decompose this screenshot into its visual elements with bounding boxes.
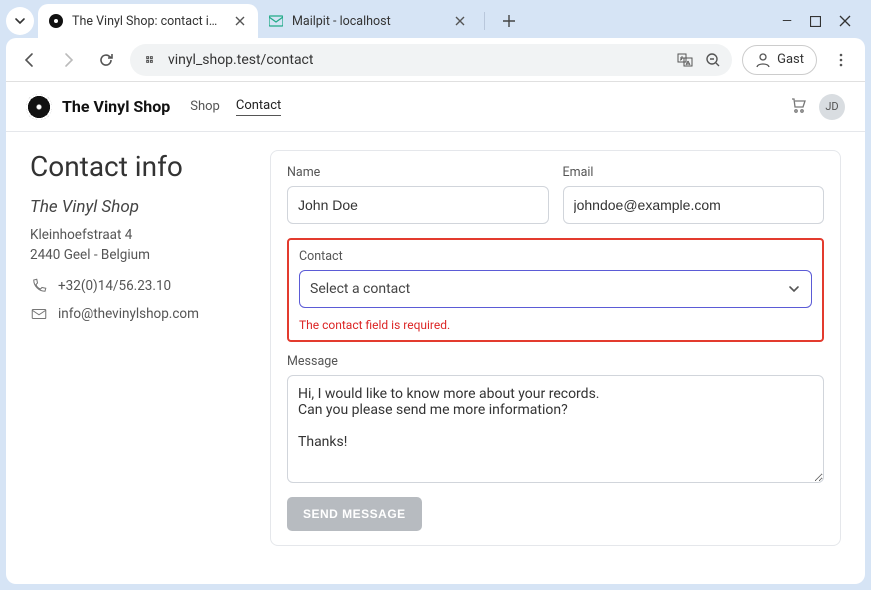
mail-icon: [268, 13, 284, 29]
profile-label: Gast: [777, 52, 804, 67]
window-minimize[interactable]: —: [782, 11, 792, 31]
avatar-initials: JD: [825, 100, 838, 113]
shop-name: The Vinyl Shop: [30, 197, 240, 217]
back-button[interactable]: [16, 46, 44, 74]
record-icon: [48, 13, 64, 29]
address-line: 2440 Geel - Belgium: [30, 247, 240, 263]
tab-close-icon[interactable]: [452, 13, 468, 29]
browser-tab[interactable]: Mailpit - localhost: [258, 4, 478, 38]
email-input[interactable]: [563, 186, 825, 224]
nav-link-shop[interactable]: Shop: [190, 99, 220, 114]
message-textarea[interactable]: [287, 375, 824, 483]
menu-button[interactable]: [827, 46, 855, 74]
window-maximize[interactable]: [810, 11, 821, 31]
address-url: vinyl_shop.test/contact: [168, 52, 313, 68]
email-text: info@thevinylshop.com: [58, 306, 199, 322]
mail-icon: [30, 305, 48, 323]
kebab-icon: [834, 53, 848, 67]
contact-select[interactable]: Select a contact: [299, 270, 812, 308]
phone-text: +32(0)14/56.23.10: [58, 278, 171, 294]
error-message: The contact field is required.: [299, 318, 812, 332]
contact-form: Name Email Contact Select a contact The …: [270, 150, 841, 546]
window-close[interactable]: [839, 11, 851, 31]
field-label-contact: Contact: [299, 249, 343, 264]
reload-button[interactable]: [92, 46, 120, 74]
person-icon: [755, 52, 771, 68]
site-settings-icon[interactable]: [140, 51, 158, 69]
avatar[interactable]: JD: [819, 94, 845, 120]
send-message-button[interactable]: Send Message: [287, 497, 422, 531]
nav-link-contact[interactable]: Contact: [236, 98, 281, 116]
browser-tab-strip: The Vinyl Shop: contact info Mailpit - l…: [0, 0, 871, 38]
field-label-name: Name: [287, 165, 549, 180]
tab-title: Mailpit - localhost: [292, 14, 444, 29]
phone-icon: [30, 277, 48, 295]
page-title: Contact info: [30, 150, 240, 183]
translate-icon[interactable]: [676, 51, 694, 69]
email-line: info@thevinylshop.com: [30, 305, 240, 323]
cart-icon[interactable]: [789, 96, 807, 118]
tab-search-dropdown[interactable]: [6, 7, 34, 35]
zoom-icon[interactable]: [704, 51, 722, 69]
chevron-down-icon: [787, 282, 801, 296]
profile-button[interactable]: Gast: [742, 45, 817, 75]
forward-button[interactable]: [54, 46, 82, 74]
chevron-down-icon: [14, 15, 26, 27]
address-line: Kleinhoefstraat 4: [30, 227, 240, 243]
contact-field-highlight: Contact Select a contact The contact fie…: [287, 238, 824, 342]
tab-close-icon[interactable]: [232, 13, 248, 29]
tab-title: The Vinyl Shop: contact info: [72, 14, 224, 29]
name-input[interactable]: [287, 186, 549, 224]
site-header: The Vinyl Shop Shop Contact JD: [6, 82, 865, 132]
brand-logo-icon[interactable]: [26, 94, 52, 120]
new-tab-button[interactable]: [495, 7, 523, 35]
field-label-email: Email: [563, 165, 825, 180]
select-placeholder: Select a contact: [310, 281, 410, 297]
phone-line: +32(0)14/56.23.10: [30, 277, 240, 295]
brand-name[interactable]: The Vinyl Shop: [62, 97, 170, 116]
field-label-message: Message: [287, 354, 824, 369]
browser-tab-active[interactable]: The Vinyl Shop: contact info: [38, 4, 258, 38]
address-bar[interactable]: vinyl_shop.test/contact: [130, 44, 732, 76]
browser-toolbar: vinyl_shop.test/contact Gast: [6, 38, 865, 82]
